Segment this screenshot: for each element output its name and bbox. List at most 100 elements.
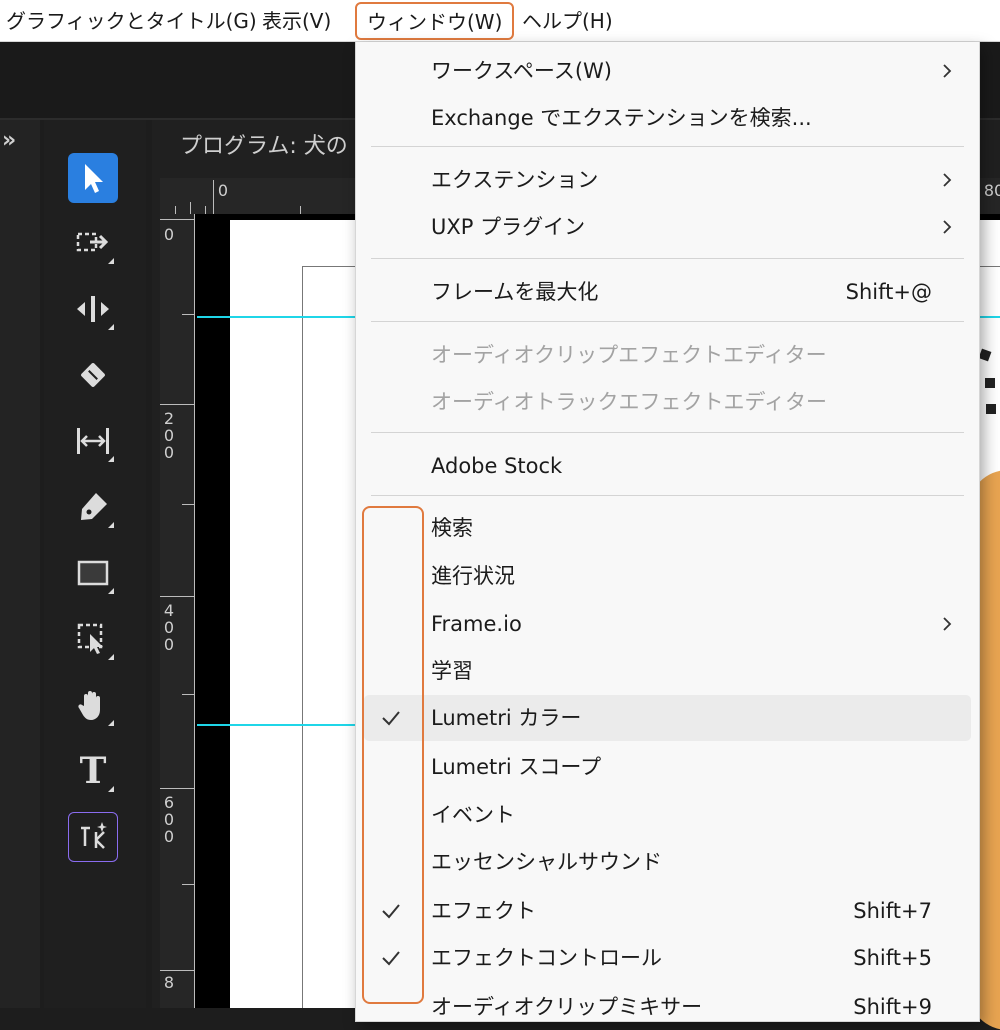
ripple-edit-button[interactable] xyxy=(68,284,118,334)
razor-icon xyxy=(81,363,105,387)
menu-item-shortcut: Shift+9 xyxy=(853,995,932,1019)
tool-flyout-indicator xyxy=(108,786,114,792)
menu-item-audio-track-effect-editor: オーディオトラックエフェクトエディター xyxy=(356,379,979,425)
expand-panels-icon[interactable]: » xyxy=(2,128,16,153)
tool-flyout-indicator xyxy=(108,258,114,264)
menu-item-label: オーディオトラックエフェクトエディター xyxy=(431,390,828,414)
selection-tool-button[interactable] xyxy=(68,153,118,203)
ripple-edit-icon xyxy=(77,296,109,322)
menu-window[interactable]: ウィンドウ(W) xyxy=(355,2,515,40)
slip-tool-button[interactable] xyxy=(68,416,118,466)
rectangle-tool-button[interactable] xyxy=(68,548,118,598)
menu-item-effects[interactable]: エフェクト Shift+7 xyxy=(356,888,979,934)
menu-item-frame-io[interactable]: Frame.io xyxy=(356,601,979,647)
menu-item-learn[interactable]: 学習 xyxy=(356,648,979,694)
checkmark-icon xyxy=(382,951,400,966)
menu-item-exchange-search[interactable]: Exchange でエクステンションを検索... xyxy=(356,95,979,141)
menu-item-label: イベント xyxy=(431,803,515,827)
menu-item-adobe-stock[interactable]: Adobe Stock xyxy=(356,443,979,489)
menu-view[interactable]: 表示(V) xyxy=(262,0,331,42)
menu-item-label: エフェクトコントロール xyxy=(431,946,662,970)
chevron-right-icon xyxy=(943,220,952,234)
menu-item-label: エクステンション xyxy=(431,168,599,192)
menu-item-label: フレームを最大化 xyxy=(431,280,599,304)
program-monitor-title: プログラム: 犬の xyxy=(180,134,348,159)
menu-item-label: オーディオクリップミキサー xyxy=(431,995,703,1019)
menu-item-label: エッセンシャルサウンド xyxy=(431,850,662,874)
checkmark-icon xyxy=(382,711,400,726)
illustration-mark xyxy=(985,378,995,388)
checkmark-icon xyxy=(382,904,400,919)
chevron-right-icon xyxy=(943,64,952,78)
menu-item-lumetri-color[interactable]: Lumetri カラー xyxy=(364,695,971,741)
menu-item-label: ワークスペース(W) xyxy=(431,59,612,83)
chevron-right-icon xyxy=(943,173,952,187)
track-select-forward-button[interactable] xyxy=(68,218,118,268)
menu-item-workspace[interactable]: ワークスペース(W) xyxy=(356,48,979,94)
menu-item-label: 検索 xyxy=(431,516,473,540)
rectangle-tool-icon xyxy=(77,560,109,586)
menu-item-label: Exchange でエクステンションを検索... xyxy=(431,106,812,130)
type-tool-button[interactable]: T xyxy=(68,746,118,796)
menu-separator xyxy=(371,146,964,147)
menu-bar: グラフィックとタイトル(G) 表示(V) ウィンドウ(W) ヘルプ(H) xyxy=(0,0,1000,42)
ruler-label: 400 xyxy=(163,601,175,654)
menu-item-shortcut: Shift+@ xyxy=(845,280,932,304)
frame-select-button[interactable] xyxy=(68,614,118,664)
menu-item-maximize-frame[interactable]: フレームを最大化 Shift+@ xyxy=(356,269,979,315)
frame-select-icon xyxy=(77,623,103,654)
menu-item-effect-controls[interactable]: エフェクトコントロール Shift+5 xyxy=(356,935,979,981)
ruler-label: 8 xyxy=(163,973,175,992)
menu-item-uxp-plugins[interactable]: UXP プラグイン xyxy=(356,204,979,250)
menu-graphics-titles[interactable]: グラフィックとタイトル(G) xyxy=(6,0,257,42)
menu-separator xyxy=(371,321,964,322)
menu-item-label: オーディオクリップエフェクトエディター xyxy=(431,343,827,367)
menu-item-label: Frame.io xyxy=(431,612,522,636)
ruler-vertical: 0 200 400 600 8 xyxy=(160,214,195,1008)
window-menu-dropdown: ワークスペース(W) Exchange でエクステンションを検索... エクステ… xyxy=(355,42,980,1022)
type-tool-icon: T xyxy=(79,750,107,792)
menu-item-progress[interactable]: 進行状況 xyxy=(356,553,979,599)
menu-item-label: UXP プラグイン xyxy=(431,215,586,239)
menu-item-shortcut: Shift+7 xyxy=(853,899,932,923)
menu-item-extensions[interactable]: エクステンション xyxy=(356,157,979,203)
ruler-label: 600 xyxy=(163,793,175,846)
menu-item-label: Adobe Stock xyxy=(431,454,563,478)
menu-item-label: エフェクト xyxy=(431,899,536,923)
menu-item-essential-sound[interactable]: エッセンシャルサウンド xyxy=(356,839,979,885)
left-panel xyxy=(0,120,40,1008)
menu-item-search[interactable]: 検索 xyxy=(356,505,979,551)
tool-flyout-indicator xyxy=(108,324,114,330)
menu-item-label: 進行状況 xyxy=(431,564,515,588)
track-select-forward-icon xyxy=(76,232,109,252)
menu-separator xyxy=(371,432,964,433)
generative-extend-button[interactable] xyxy=(68,812,118,862)
hand-tool-icon xyxy=(78,691,100,720)
ruler-label: 200 xyxy=(163,409,175,462)
razor-tool-button[interactable] xyxy=(68,350,118,400)
selection-arrow-icon xyxy=(85,164,103,193)
tool-flyout-indicator xyxy=(108,522,114,528)
tool-flyout-indicator xyxy=(108,588,114,594)
menu-item-shortcut: Shift+5 xyxy=(853,946,932,970)
pen-tool-icon xyxy=(81,493,107,520)
chevron-right-icon xyxy=(943,617,952,631)
pen-tool-button[interactable] xyxy=(68,482,118,532)
ruler-label: 80 xyxy=(983,181,1000,200)
tool-flyout-indicator xyxy=(108,720,114,726)
menu-item-label: Lumetri スコープ xyxy=(431,755,602,779)
menu-item-events[interactable]: イベント xyxy=(356,792,979,838)
hand-tool-button[interactable] xyxy=(68,680,118,730)
ruler-label: 0 xyxy=(217,181,229,200)
menu-item-label: 学習 xyxy=(431,659,473,683)
slip-tool-icon xyxy=(77,428,109,454)
generative-extend-icon xyxy=(81,822,107,849)
menu-separator xyxy=(371,258,964,259)
menu-separator xyxy=(371,495,964,496)
menu-item-label: Lumetri カラー xyxy=(431,706,582,730)
menu-item-audio-clip-mixer[interactable]: オーディオクリップミキサー Shift+9 xyxy=(356,984,979,1030)
tool-flyout-indicator xyxy=(108,654,114,660)
menu-item-lumetri-scopes[interactable]: Lumetri スコープ xyxy=(356,744,979,790)
menu-item-audio-clip-effect-editor: オーディオクリップエフェクトエディター xyxy=(356,332,979,378)
menu-help[interactable]: ヘルプ(H) xyxy=(522,0,613,42)
